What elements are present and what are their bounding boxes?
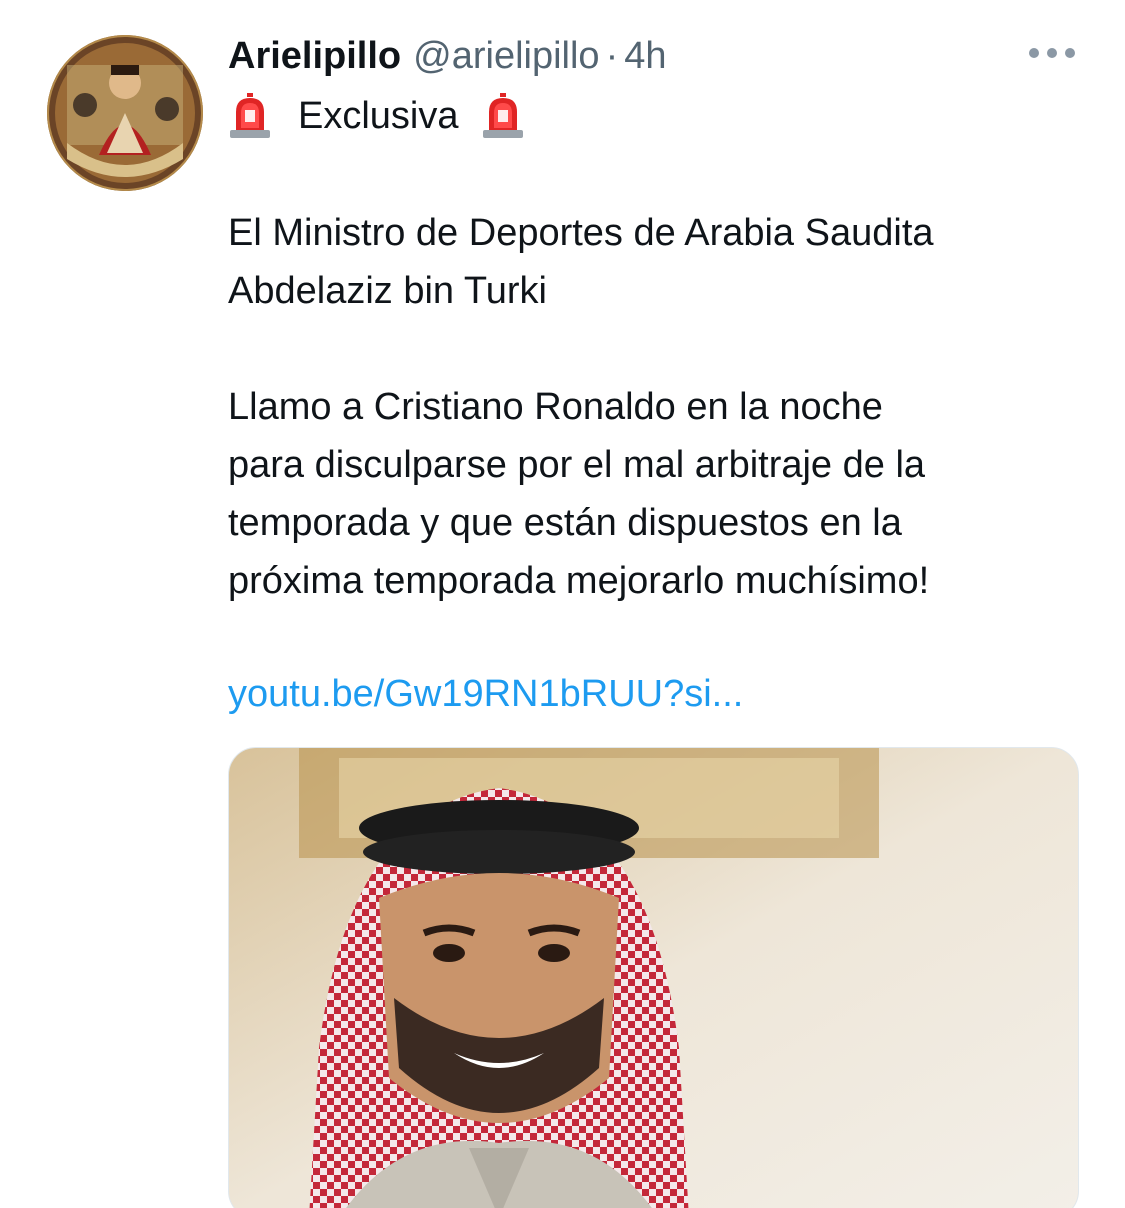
text-line: El Ministro de Deportes de Arabia Saudit… — [228, 212, 934, 254]
youtube-link[interactable]: youtu.be/Gw19RN1bRUU?si... — [228, 665, 743, 723]
avatar[interactable] — [47, 35, 203, 191]
display-name[interactable]: Arielipillo — [228, 34, 401, 78]
text-line: Llamo a Cristiano Ronaldo en la noche — [228, 386, 883, 428]
tweet[interactable]: Arielipillo @arielipillo · 4h Exclusiva — [0, 0, 1125, 1208]
more-options-button[interactable] — [1029, 40, 1075, 66]
rotating-light-icon — [228, 92, 272, 140]
link-preview-image[interactable] — [228, 747, 1079, 1208]
text-line: para disculparse por el mal arbitraje de… — [228, 444, 926, 486]
more-dot — [1065, 48, 1075, 58]
avatar-image — [49, 37, 201, 189]
text-line: próxima temporada mejorarlo muchísimo! — [228, 560, 930, 602]
exclusiva-label: Exclusiva — [298, 95, 459, 137]
tweet-text: El Ministro de Deportes de Arabia Saudit… — [228, 204, 1088, 610]
exclusiva-line: Exclusiva — [228, 87, 525, 145]
text-line: temporada y que están dispuestos en la — [228, 502, 902, 544]
paragraph-1: El Ministro de Deportes de Arabia Saudit… — [228, 204, 1088, 320]
more-horizontal-icon — [1029, 48, 1039, 58]
rotating-light-icon — [481, 92, 525, 140]
tweet-header: Arielipillo @arielipillo · 4h — [228, 34, 667, 78]
text-line: Abdelaziz bin Turki — [228, 270, 547, 312]
handle[interactable]: @arielipillo — [413, 34, 599, 78]
paragraph-2: Llamo a Cristiano Ronaldo en la noche pa… — [228, 378, 1088, 610]
more-dot — [1047, 48, 1057, 58]
timestamp[interactable]: 4h — [624, 34, 666, 78]
person-photo — [229, 748, 1078, 1208]
separator-dot: · — [605, 35, 619, 77]
